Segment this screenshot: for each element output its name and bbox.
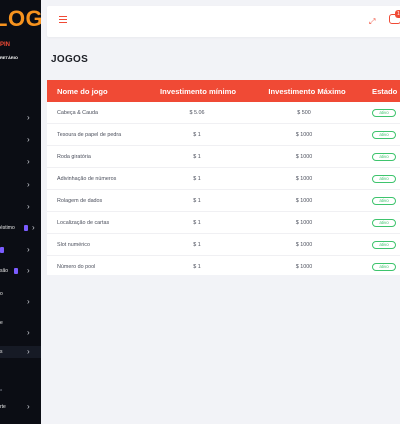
- chevron-right-icon: ›: [27, 245, 30, 254]
- table-row: Rolagem de dados $ 1 $ 1000 ativo: [47, 190, 400, 212]
- user-name: PIN: [0, 42, 11, 48]
- chevron-right-icon: ›: [27, 347, 30, 356]
- hamburger-menu-icon[interactable]: [59, 16, 67, 24]
- sidebar-item-label: éstimo: [0, 225, 15, 231]
- sidebar-item-9-arrow[interactable]: ›: [0, 296, 41, 308]
- notification-count-badge: 10: [395, 10, 400, 18]
- sidebar-item-label: são: [0, 268, 9, 274]
- chevron-right-icon: ›: [27, 328, 30, 337]
- status-badge: ativo: [372, 241, 396, 249]
- game-name: Número do pool: [57, 264, 96, 270]
- status-badge: ativo: [372, 109, 396, 117]
- chevron-right-icon: ›: [27, 202, 30, 211]
- game-name: Slot numérico: [57, 242, 90, 248]
- sidebar-item-3[interactable]: ›: [0, 156, 41, 168]
- sidebar-item-7[interactable]: ›: [0, 244, 41, 256]
- sidebar-item-suporte[interactable]: rte ›: [0, 401, 41, 413]
- game-name: Localização de cartas: [57, 220, 110, 226]
- min-investment: $ 1: [193, 242, 201, 248]
- sidebar-item-label: e: [0, 320, 3, 326]
- max-investment: $ 1000: [295, 198, 313, 204]
- table-row: Localização de cartas $ 1 $ 1000 ativo: [47, 212, 400, 234]
- table-row: Cabeça & Cauda $ 5.06 $ 500 ativo: [47, 102, 400, 124]
- sidebar-item-2[interactable]: ›: [0, 134, 41, 146]
- sidebar-item-emprestimo[interactable]: éstimo ›: [0, 222, 41, 234]
- column-header-max: Investimento Máximo: [268, 87, 346, 96]
- max-investment: $ 1000: [295, 220, 313, 226]
- new-badge: [24, 225, 28, 231]
- min-investment: $ 1: [193, 264, 201, 270]
- min-investment: $ 1: [193, 220, 201, 226]
- sidebar-item-5[interactable]: ›: [0, 201, 41, 213]
- sidebar: LOGO PIN RETÁRIO › › › › › éstimo › › sã…: [0, 0, 41, 424]
- table-row: Slot numérico $ 1 $ 1000 ativo: [47, 234, 400, 256]
- page-title: JOGOS: [51, 54, 89, 65]
- chevron-right-icon: ›: [27, 402, 30, 411]
- max-investment: $ 1000: [295, 154, 313, 160]
- min-investment: $ 5.06: [189, 110, 205, 116]
- chevron-right-icon: ›: [32, 223, 35, 232]
- min-investment: $ 1: [193, 198, 201, 204]
- sidebar-section-label: o: [0, 387, 3, 392]
- status-badge: ativo: [372, 263, 396, 271]
- min-investment: $ 1: [193, 132, 201, 138]
- user-role: RETÁRIO: [0, 55, 18, 60]
- sidebar-item-10-arrow[interactable]: ›: [0, 327, 41, 339]
- chevron-right-icon: ›: [27, 297, 30, 306]
- table-row: Roda giratória $ 1 $ 1000 ativo: [47, 146, 400, 168]
- status-badge: ativo: [372, 219, 396, 227]
- max-investment: $ 1000: [295, 264, 313, 270]
- min-investment: $ 1: [193, 154, 201, 160]
- min-investment: $ 1: [193, 176, 201, 182]
- top-bar: ⤢ 10: [47, 6, 400, 37]
- table-row: Tesoura de papel de pedra $ 1 $ 1000 ati…: [47, 124, 400, 146]
- expand-arrows-icon[interactable]: ⤢: [369, 17, 375, 27]
- column-header-name: Nome do jogo: [57, 87, 108, 96]
- column-header-min: Investimento mínimo: [160, 87, 236, 96]
- status-badge: ativo: [372, 197, 396, 205]
- table-row: Adivinhação de números $ 1 $ 1000 ativo: [47, 168, 400, 190]
- new-badge: [14, 268, 18, 274]
- chevron-right-icon: ›: [27, 135, 30, 144]
- sidebar-item-comissao[interactable]: são ›: [0, 265, 41, 277]
- game-name: Tesoura de papel de pedra: [57, 132, 122, 138]
- game-name: Adivinhação de números: [57, 176, 117, 182]
- chevron-right-icon: ›: [27, 266, 30, 275]
- new-badge: [0, 247, 4, 253]
- column-header-status: Estado: [372, 87, 398, 96]
- game-name: Roda giratória: [57, 154, 91, 160]
- status-badge: ativo: [372, 153, 396, 161]
- status-badge: ativo: [372, 131, 396, 139]
- chevron-right-icon: ›: [27, 113, 30, 122]
- max-investment: $ 1000: [295, 176, 313, 182]
- table-header: Nome do jogo Investimento mínimo Investi…: [47, 80, 400, 102]
- sidebar-item-active[interactable]: s ›: [0, 346, 41, 358]
- games-table: Nome do jogo Investimento mínimo Investi…: [47, 80, 400, 275]
- max-investment: $ 500: [297, 110, 311, 116]
- table-row: Número do pool $ 1 $ 1000 ativo: [47, 256, 400, 278]
- max-investment: $ 1000: [295, 132, 313, 138]
- game-name: Rolagem de dados: [57, 198, 103, 204]
- sidebar-item-label: s: [0, 349, 3, 355]
- notifications-button[interactable]: 10: [389, 10, 400, 24]
- sidebar-item-label: rte: [0, 404, 6, 410]
- sidebar-item-4[interactable]: ›: [0, 179, 41, 191]
- status-badge: ativo: [372, 175, 396, 183]
- game-name: Cabeça & Cauda: [57, 110, 99, 116]
- max-investment: $ 1000: [295, 242, 313, 248]
- logo: LOGO: [0, 6, 41, 31]
- chevron-right-icon: ›: [27, 157, 30, 166]
- chevron-right-icon: ›: [27, 180, 30, 189]
- sidebar-item-1[interactable]: ›: [0, 112, 41, 124]
